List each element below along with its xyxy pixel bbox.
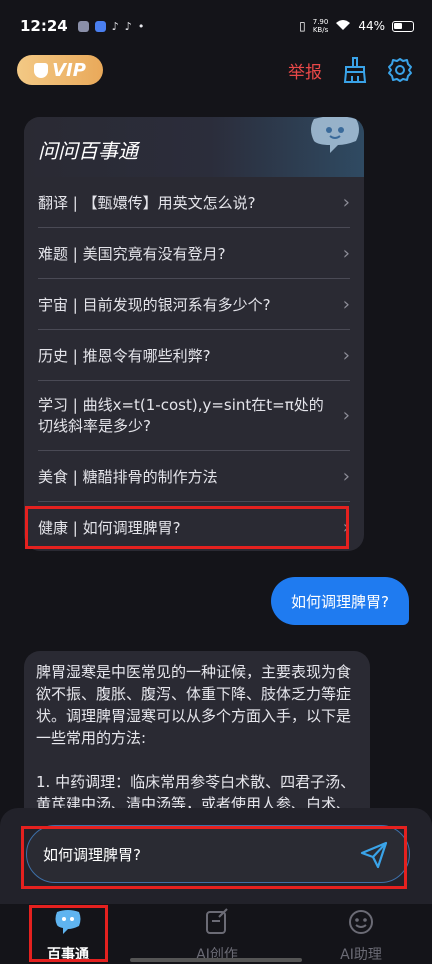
user-message-bubble: 如何调理脾胃? [271, 577, 409, 625]
card-header: 问问百事通 [24, 117, 364, 177]
question-list: 翻译 | 【甄嬛传】用英文怎么说? › 难题 | 美国究竟有没有登月? › 宇宙… [24, 177, 364, 551]
more-dot-icon: • [137, 19, 145, 33]
chat-input-value: 如何调理脾胃? [43, 845, 141, 864]
battery-percent: 44% [358, 19, 385, 33]
robot-face-icon [349, 910, 373, 934]
notification-app-icon [94, 20, 106, 32]
question-item-food[interactable]: 美食 | 糖醋排骨的制作方法 › [38, 451, 350, 502]
tab-baishitong[interactable]: 百事通 [23, 908, 113, 964]
battery-icon [392, 20, 414, 32]
send-icon[interactable] [359, 840, 389, 870]
question-item-history[interactable]: 历史 | 推恩令有哪些利弊? › [38, 330, 350, 381]
question-item-universe[interactable]: 宇宙 | 目前发现的银河系有多少个? › [38, 279, 350, 330]
status-indicators: ▯ 7.90 KB/s 44% [299, 18, 414, 34]
top-bar: VIP 举报 [0, 54, 432, 88]
status-bar: 12:24 ♪ ♪ • ▯ 7.90 KB/s 44% [0, 0, 432, 52]
bottom-nav: 百事通 AI创作 AI助理 [0, 904, 432, 964]
net-speed: 7.90 KB/s [312, 18, 329, 34]
notification-app-icon [77, 20, 89, 32]
chevron-right-icon: › [342, 344, 350, 366]
chat-bubble-icon [55, 910, 81, 934]
chevron-right-icon: › [342, 465, 350, 487]
chevron-right-icon: › [342, 293, 350, 315]
home-indicator[interactable] [130, 958, 302, 962]
vip-button[interactable]: VIP [17, 55, 103, 85]
vip-shield-icon [34, 62, 49, 78]
input-panel: 如何调理脾胃? [0, 808, 432, 910]
broom-icon[interactable] [342, 57, 368, 83]
tiktok-icon: ♪ [111, 19, 119, 33]
question-item-study[interactable]: 学习 | 曲线x=t(1-cost),y=sint在t=π处的切线斜率是多少? … [38, 381, 350, 451]
chevron-right-icon: › [342, 405, 350, 426]
answer-paragraph: 脾胃湿寒是中医常见的一种证候，主要表现为食欲不振、腹胀、腹泻、体重下降、肢体乏力… [36, 663, 352, 747]
edit-note-icon [206, 908, 228, 934]
tab-label: 百事通 [47, 947, 89, 963]
card-title: 问问百事通 [38, 139, 138, 163]
gear-icon[interactable] [386, 56, 414, 84]
tiktok-icon: ♪ [124, 19, 132, 33]
question-item-puzzle[interactable]: 难题 | 美国究竟有没有登月? › [38, 228, 350, 279]
suggested-questions-card: 问问百事通 翻译 | 【甄嬛传】用英文怎么说? › 难题 | 美国究竟有没有登月… [24, 117, 364, 551]
chevron-right-icon: › [342, 191, 350, 213]
status-time: 12:24 [20, 17, 68, 35]
chevron-right-icon: › [342, 242, 350, 264]
chat-bubble-mascot-icon [311, 117, 359, 153]
vibrate-icon: ▯ [299, 19, 306, 33]
report-button[interactable]: 举报 [288, 58, 322, 83]
chat-input[interactable]: 如何调理脾胃? [26, 825, 410, 883]
question-item-health[interactable]: 健康 | 如何调理脾胃? › [38, 502, 350, 551]
vip-label: VIP [52, 59, 86, 81]
tab-ai-create[interactable]: AI创作 [172, 908, 262, 964]
status-app-icons: ♪ ♪ • [77, 19, 145, 33]
tab-label: AI助理 [340, 947, 382, 963]
tab-ai-assistant[interactable]: AI助理 [316, 908, 406, 964]
chevron-right-icon: › [342, 517, 350, 538]
wifi-icon [335, 19, 351, 34]
question-item-translate[interactable]: 翻译 | 【甄嬛传】用英文怎么说? › [38, 177, 350, 228]
